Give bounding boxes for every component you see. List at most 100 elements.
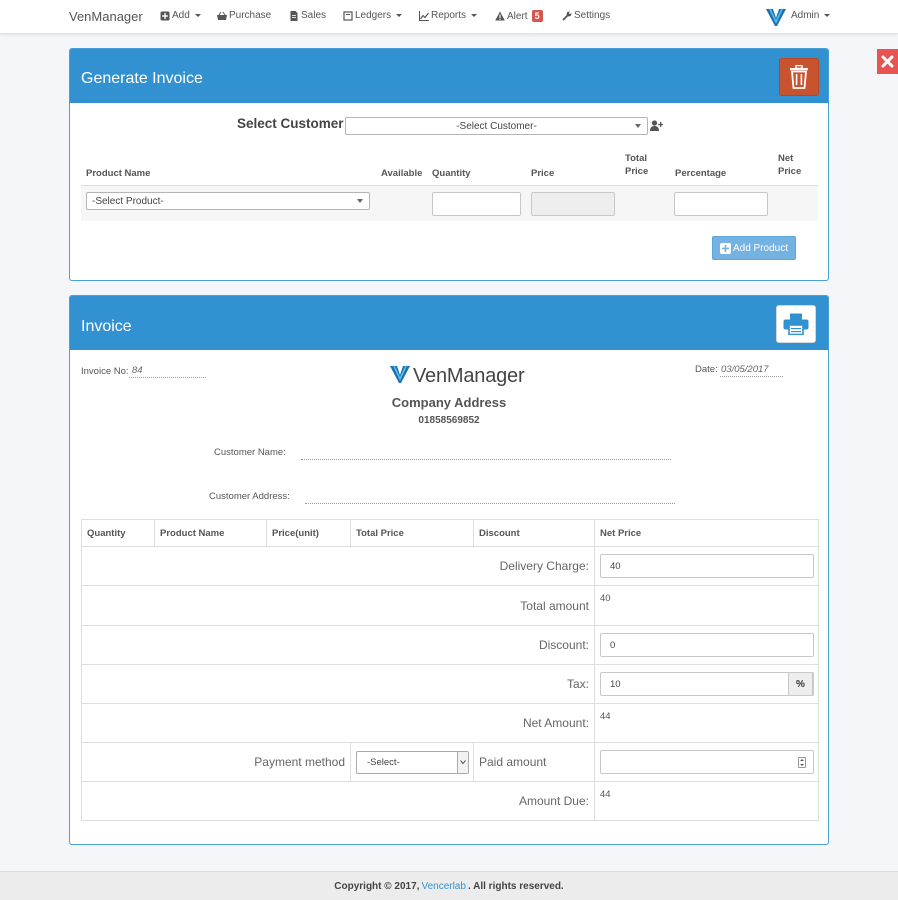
invoice-logo-text: VenManager — [413, 365, 525, 387]
product-select[interactable]: -Select Product- — [86, 192, 370, 210]
tax-row: Tax: 10 % — [81, 664, 819, 704]
product-select-value: -Select Product- — [92, 195, 164, 207]
invoice-table: Quantity Product Name Price(unit) Total … — [81, 519, 819, 821]
plus-square-icon — [719, 242, 731, 254]
customer-select[interactable]: -Select Customer- — [345, 117, 648, 135]
chevron-down-icon — [635, 124, 641, 128]
chevron-down-icon — [457, 751, 468, 773]
price-input — [531, 192, 615, 216]
close-icon — [881, 55, 894, 68]
nav-settings-label: Settings — [574, 10, 611, 21]
col-net-price: Net Price — [778, 153, 802, 177]
nav-reports[interactable]: Reports — [419, 10, 478, 21]
date-label: Date: — [695, 364, 718, 375]
nav-ledgers[interactable]: Ledgers — [343, 10, 403, 21]
invoice-title: Invoice — [81, 318, 132, 335]
customer-name-label: Customer Name: — [214, 447, 286, 458]
col-total-price: Total Price — [350, 519, 474, 547]
net-amount-value: 44 — [600, 710, 611, 722]
col-available: Available — [381, 168, 423, 179]
total-amount-value: 40 — [600, 593, 611, 604]
invoice-no-value: 84 — [132, 365, 143, 376]
generate-invoice-header: Generate Invoice — [70, 49, 828, 103]
wrench-icon — [562, 11, 572, 21]
tax-label: Tax: — [81, 664, 595, 704]
nav-add[interactable]: Add — [160, 10, 201, 21]
footer-rights: . All rights reserved. — [467, 880, 564, 892]
discount-value: 0 — [610, 639, 616, 651]
add-product-button[interactable]: Add Product — [712, 236, 796, 260]
col-price: Price — [531, 168, 555, 179]
nav-purchase-label: Purchase — [229, 10, 272, 21]
percentage-input[interactable] — [674, 192, 768, 216]
venmanager-logo-icon — [766, 8, 786, 26]
tax-input[interactable]: 10 % — [600, 672, 814, 696]
col-quantity: Quantity — [432, 168, 471, 179]
file-icon — [290, 10, 298, 21]
tax-value: 10 — [610, 678, 621, 690]
nav-alert-label: Alert — [507, 10, 528, 22]
user-menu-label: Admin — [791, 10, 820, 21]
customer-name-field[interactable] — [301, 459, 671, 460]
discount-row: Discount: 0 — [81, 625, 819, 665]
line-chart-icon — [419, 10, 429, 21]
caret-down-icon — [471, 14, 478, 17]
brand-link[interactable]: VenManager — [69, 9, 143, 24]
col-percentage: Percentage — [675, 168, 727, 179]
quantity-input[interactable] — [432, 192, 521, 216]
payment-row: Payment method -Select- Paid amount — [81, 742, 819, 782]
nav-ledgers-label: Ledgers — [355, 10, 392, 21]
delivery-charge-input[interactable]: 40 — [600, 554, 814, 578]
print-button[interactable] — [776, 305, 816, 343]
invoice-no-label: Invoice No: — [81, 366, 129, 377]
delivery-charge-label: Delivery Charge: — [81, 546, 595, 586]
company-address: Company Address — [391, 395, 507, 410]
payment-method-value: -Select- — [367, 756, 400, 768]
discount-input[interactable]: 0 — [600, 633, 814, 657]
product-entry-row: -Select Product- — [81, 185, 818, 221]
col-product-name: Product Name — [154, 519, 267, 547]
caret-down-icon — [396, 14, 403, 17]
invoice-table-header: Quantity Product Name Price(unit) Total … — [81, 519, 819, 547]
add-user-icon[interactable] — [650, 120, 663, 131]
payment-method-select[interactable]: -Select- — [356, 750, 469, 774]
close-panel-button[interactable] — [877, 49, 898, 74]
total-amount-label: Total amount — [81, 585, 595, 626]
trash-icon — [790, 65, 808, 89]
amount-due-value: 44 — [600, 788, 611, 800]
user-menu[interactable]: Admin — [791, 10, 831, 21]
footer-vencerlab-link[interactable]: Vencerlab — [421, 881, 465, 892]
customer-address-field[interactable] — [305, 503, 675, 504]
amount-due-label: Amount Due: — [81, 781, 595, 821]
date-underline — [720, 376, 783, 377]
book-icon — [343, 10, 353, 21]
nav-add-label: Add — [172, 10, 190, 21]
top-navbar: VenManager Add Purchase Sales Ledgers Re… — [0, 0, 898, 34]
net-amount-row: Net Amount: 44 — [81, 703, 819, 743]
tax-percent-addon: % — [788, 672, 813, 696]
col-quantity: Quantity — [81, 519, 155, 547]
nav-sales[interactable]: Sales — [289, 10, 326, 21]
number-spinner-icon[interactable] — [798, 757, 806, 768]
nav-settings[interactable]: Settings — [562, 10, 610, 21]
customer-address-label: Customer Address: — [209, 491, 290, 502]
amount-due-row: Amount Due: 44 — [81, 781, 819, 821]
alert-count-badge: 5 — [531, 10, 543, 22]
col-net-price: Net Price — [594, 519, 819, 547]
customer-select-value: -Select Customer- — [456, 120, 537, 132]
generate-invoice-panel: Generate Invoice Select Customer -Select… — [69, 48, 829, 281]
col-total-price: Total Price — [625, 153, 649, 177]
footer-copyright: Copyright © 2017, — [334, 880, 420, 892]
col-price-unit: Price(unit) — [266, 519, 351, 547]
paid-amount-input[interactable] — [600, 750, 814, 774]
nav-purchase[interactable]: Purchase — [217, 10, 271, 21]
paid-amount-label: Paid amount — [473, 742, 595, 782]
select-customer-label: Select Customer — [237, 116, 344, 131]
basket-icon — [217, 11, 227, 20]
col-product-name: Product Name — [86, 168, 151, 179]
payment-method-label: Payment method — [81, 742, 351, 782]
delete-invoice-button[interactable] — [779, 58, 819, 96]
page-footer: Copyright © 2017, Vencerlab . All rights… — [0, 871, 898, 900]
add-product-label: Add Product — [732, 242, 789, 254]
nav-alert[interactable]: Alert 5 — [495, 10, 543, 22]
